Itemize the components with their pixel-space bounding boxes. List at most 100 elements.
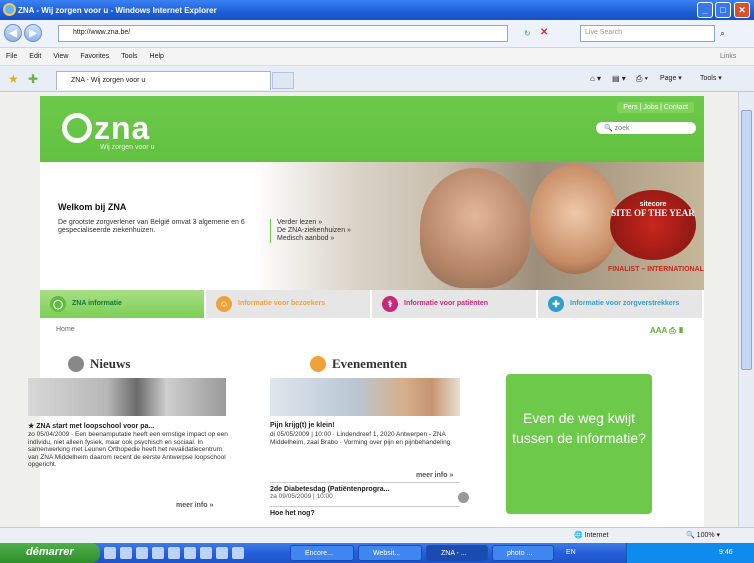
award-finalist: FINALIST – INTERNATIONAL xyxy=(608,266,704,273)
language-indicator[interactable]: EN xyxy=(566,549,576,556)
vertical-scrollbar[interactable] xyxy=(738,92,754,527)
event2[interactable]: 2de Diabetesdag (Patiëntenprogra... za 09… xyxy=(270,482,460,502)
bookmark-icon[interactable]: ▮ xyxy=(678,326,684,335)
links-label[interactable]: Links xyxy=(720,53,736,60)
site-of-the-year-badge: sitecore SITE OF THE YEAR xyxy=(610,190,696,260)
zoom-value: 100% xyxy=(696,532,715,539)
event2-title[interactable]: 2de Diabetesdag (Patiëntenprogra... xyxy=(270,486,460,493)
events-heading: Evenementen xyxy=(310,356,407,372)
task-website[interactable]: Websit... xyxy=(358,545,422,561)
hero-photo-girl xyxy=(530,164,620,274)
maximize-button[interactable]: □ xyxy=(715,2,731,18)
tab-zorgverstrekkers[interactable]: ✚ Informatie voor zorgverstrekkers xyxy=(538,290,704,318)
system-tray: 9:46 xyxy=(626,543,754,563)
tab-label: Informatie voor zorgverstrekkers xyxy=(570,300,680,307)
task-photo[interactable]: photo ... xyxy=(492,545,554,561)
page-menu-label: Page xyxy=(660,75,677,82)
menu-file[interactable]: File xyxy=(6,53,17,60)
site-search-input[interactable]: 🔍 zoek xyxy=(596,122,696,134)
quicklaunch-icon[interactable] xyxy=(168,547,180,559)
start-button[interactable]: démarrer xyxy=(0,543,100,563)
site-search-placeholder: zoek xyxy=(614,125,630,132)
zoom-level[interactable]: 🔍 100% ▾ xyxy=(686,531,720,539)
quicklaunch-icon[interactable] xyxy=(184,547,196,559)
quicklaunch-icon[interactable] xyxy=(232,547,244,559)
event-image[interactable] xyxy=(270,378,460,416)
news-more-link[interactable]: meer info » xyxy=(176,502,213,509)
tab-label: Informatie voor bezoekers xyxy=(238,300,326,307)
window-titlebar[interactable]: ZNA - Wij zorgen voor u - Windows Intern… xyxy=(0,0,754,20)
events-icon xyxy=(310,356,326,372)
site-tagline: Wij zorgen voor u xyxy=(100,144,155,151)
events-more-link[interactable]: meer info » xyxy=(416,472,453,479)
print-page-icon[interactable]: ⎙ xyxy=(669,326,675,335)
text-size-label[interactable]: AAA xyxy=(650,326,667,335)
print-icon[interactable]: ⎙ ▾ xyxy=(636,74,648,84)
event1-body: di 05/05/2009 | 10:00 · Lindendreef 1, 2… xyxy=(270,431,451,446)
event3-title[interactable]: Hoe het nog? xyxy=(270,506,460,517)
link-verder-lezen[interactable]: Verder lezen » xyxy=(277,219,351,227)
quicklaunch-icon[interactable] xyxy=(136,547,148,559)
event2-arrow-icon[interactable] xyxy=(458,492,469,503)
search-icon[interactable]: ⌕ xyxy=(720,28,725,39)
event2-date: za 09/05/2009 | 10:00 xyxy=(270,493,333,500)
menu-bar: File Edit View Favorites Tools Help Link… xyxy=(0,48,754,66)
promo-box[interactable]: Even de weg kwijt tussen de informatie? xyxy=(506,374,652,514)
tab-zna-informatie[interactable]: ◯ ZNA informatie xyxy=(40,290,206,318)
add-favorites-icon[interactable]: ✚ xyxy=(28,72,38,86)
breadcrumb[interactable]: Home xyxy=(56,326,75,333)
favorites-star-icon[interactable]: ★ xyxy=(8,72,19,86)
logo-ring-icon xyxy=(62,113,92,143)
event1-title[interactable]: Pijn krijg(t) je klein! xyxy=(270,422,335,429)
zone-label: Internet xyxy=(584,532,609,539)
home-icon[interactable]: ⌂ ▾ xyxy=(590,74,601,83)
quicklaunch-icon[interactable] xyxy=(104,547,116,559)
link-ziekenhuizen[interactable]: De ZNA-ziekenhuizen » xyxy=(277,227,351,235)
quicklaunch-icon[interactable] xyxy=(200,547,212,559)
close-button[interactable]: ✕ xyxy=(734,2,750,18)
menu-favorites[interactable]: Favorites xyxy=(80,53,109,60)
new-tab-button[interactable] xyxy=(272,72,294,89)
task-zna[interactable]: ZNA - ... xyxy=(426,545,488,561)
forward-button[interactable]: ▶ xyxy=(24,24,42,42)
tab-label: ZNA informatie xyxy=(72,300,122,307)
refresh-icon[interactable]: ↻ xyxy=(524,29,531,38)
link-medisch-aanbod[interactable]: Medisch aanbod » xyxy=(277,235,351,243)
address-input[interactable]: http://www.zna.be/ xyxy=(58,25,508,42)
events-heading-text: Evenementen xyxy=(332,356,408,371)
ie-icon xyxy=(3,3,16,16)
menu-tools[interactable]: Tools xyxy=(121,53,137,60)
tab-bar: ★ ✚ ZNA - Wij zorgen voor u ⌂ ▾ ▤ ▾ ⎙ ▾ … xyxy=(0,66,754,92)
tools-menu-label: Tools xyxy=(700,75,717,82)
quicklaunch-icon[interactable] xyxy=(216,547,228,559)
quicklaunch-icon[interactable] xyxy=(120,547,132,559)
menu-view[interactable]: View xyxy=(53,53,68,60)
tab-patienten[interactable]: ⚕ Informatie voor patiënten xyxy=(372,290,538,318)
menu-help[interactable]: Help xyxy=(150,53,164,60)
scrollbar-thumb[interactable] xyxy=(741,110,752,370)
clock[interactable]: 9:46 xyxy=(719,549,733,556)
tools-menu[interactable]: Tools ▾ xyxy=(700,74,722,82)
back-button[interactable]: ◀ xyxy=(4,24,22,42)
search-input[interactable]: Live Search xyxy=(580,25,715,42)
task-encore[interactable]: Encore... xyxy=(290,545,354,561)
zone-indicator[interactable]: 🌐 Internet xyxy=(574,531,608,539)
page-menu[interactable]: Page ▾ xyxy=(660,74,682,82)
feeds-icon[interactable]: ▤ ▾ xyxy=(612,74,626,83)
top-links[interactable]: Pers | Jobs | Contact xyxy=(617,102,694,113)
zna-logo[interactable]: zna xyxy=(62,110,150,147)
caregivers-icon: ✚ xyxy=(548,296,564,312)
text-size-tools[interactable]: AAA ⎙ ▮ xyxy=(650,326,684,336)
minimize-button[interactable]: _ xyxy=(697,2,713,18)
news-image[interactable] xyxy=(28,378,226,416)
page-viewport: zna Wij zorgen voor u Pers | Jobs | Cont… xyxy=(0,92,738,527)
stop-icon[interactable]: ✕ xyxy=(540,27,548,38)
tab-bezoekers[interactable]: ☺ Informatie voor bezoekers xyxy=(206,290,372,318)
window-title: ZNA - Wij zorgen voor u - Windows Intern… xyxy=(18,5,217,15)
menu-edit[interactable]: Edit xyxy=(29,53,41,60)
quicklaunch-icon[interactable] xyxy=(152,547,164,559)
welcome-text: De grootste zorgverlener van België omva… xyxy=(58,219,245,234)
news-title[interactable]: ★ ZNA start met loopschool voor pa... xyxy=(28,422,154,430)
browser-tab[interactable]: ZNA - Wij zorgen voor u xyxy=(56,71,271,90)
welcome-links: Verder lezen » De ZNA-ziekenhuizen » Med… xyxy=(270,219,351,243)
